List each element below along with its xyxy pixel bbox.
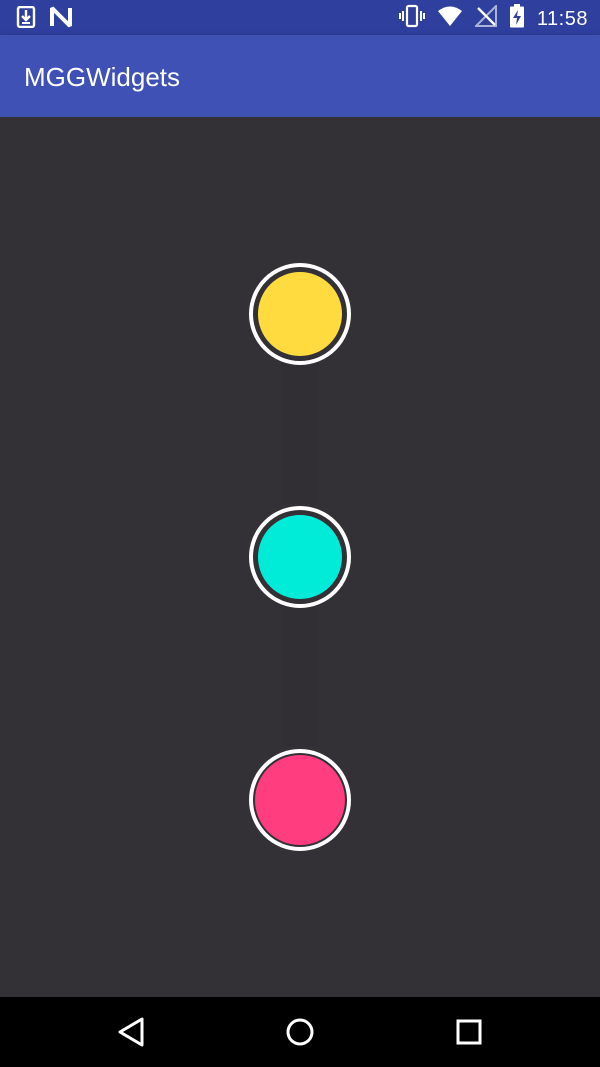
connector-line-bottom bbox=[281, 602, 319, 747]
status-left-icons bbox=[16, 5, 72, 33]
status-time: 11:58 bbox=[536, 7, 588, 30]
vibrate-icon bbox=[398, 4, 425, 33]
app-bar: MGGWidgets bbox=[0, 35, 600, 117]
n-notification-icon bbox=[50, 6, 72, 33]
status-right-icons: 11:58 bbox=[398, 3, 588, 33]
pink-circle-fill bbox=[255, 755, 345, 845]
cyan-circle-fill bbox=[255, 512, 345, 602]
no-signal-icon bbox=[473, 3, 497, 32]
pink-circle[interactable] bbox=[249, 749, 351, 851]
connector-line-top bbox=[281, 359, 319, 504]
battery-charging-icon bbox=[509, 4, 525, 33]
app-title: MGGWidgets bbox=[24, 62, 181, 92]
wifi-icon bbox=[437, 5, 463, 32]
home-icon[interactable] bbox=[283, 1015, 317, 1049]
download-icon bbox=[16, 5, 36, 33]
navigation-bar bbox=[0, 997, 600, 1067]
content-area bbox=[0, 117, 600, 997]
yellow-circle-fill bbox=[255, 269, 345, 359]
cyan-circle[interactable] bbox=[249, 506, 351, 608]
status-bar: 11:58 bbox=[0, 0, 600, 35]
recents-icon[interactable] bbox=[452, 1015, 486, 1049]
yellow-circle[interactable] bbox=[249, 263, 351, 365]
back-icon[interactable] bbox=[114, 1015, 148, 1049]
